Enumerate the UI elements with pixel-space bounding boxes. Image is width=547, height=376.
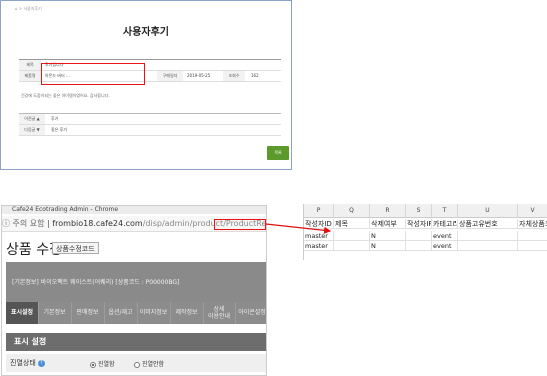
breadcrumb: ⌂ > 사용자후기: [15, 6, 42, 12]
product-code-button[interactable]: 상품수정코드: [52, 242, 99, 254]
tab-icons[interactable]: 아이콘설정: [236, 302, 266, 324]
sheet-cell[interactable]: [458, 231, 518, 241]
col-header-R[interactable]: R: [370, 204, 406, 218]
prev-title[interactable]: 후기: [51, 114, 58, 124]
sheet-header-cell[interactable]: 상품고유번호: [458, 219, 518, 229]
tab-sales[interactable]: 판매정보: [71, 302, 105, 324]
sheet-cell[interactable]: master: [304, 231, 334, 241]
sheet-cell[interactable]: N: [370, 231, 406, 241]
review-body-text: 건강에 도움이되는 좋은 아이템이였어요. 감사합니다.: [21, 93, 110, 98]
sheet-header-cell[interactable]: 삭제여부: [370, 219, 406, 229]
col-header-P[interactable]: P: [304, 204, 334, 218]
tab-detail-guide[interactable]: 상세 이용안내: [203, 302, 236, 324]
subject-label: 제목: [19, 60, 41, 70]
spreadsheet-panel: P Q R S T U V 작성자ID 제목 삭제여부 작성자IP 카테고리 상…: [303, 204, 547, 260]
list-button[interactable]: 목록: [267, 146, 289, 160]
product-label: 제품명: [19, 71, 41, 81]
sheet-cell[interactable]: [458, 241, 518, 251]
tab-production[interactable]: 제작정보: [170, 302, 204, 324]
prev-next-table: 이전글 ▲ 후기 다음글 ▼ 좋은 후기: [19, 113, 281, 136]
display-status-text: 진열상태: [10, 359, 36, 367]
tab-images[interactable]: 이미지정보: [137, 302, 171, 324]
sheet-header-cell[interactable]: 제목: [334, 219, 370, 229]
sheet-cell[interactable]: event: [432, 231, 458, 241]
next-label: 다음글 ▼: [19, 125, 45, 135]
sheet-cell[interactable]: [406, 241, 432, 251]
product-info-text: [기본정보] 바이오팩트 웨이스트(어퀘리) [상품코드 : P00000BG]: [12, 279, 180, 286]
review-body: 건강에 도움이되는 좋은 아이템이였어요. 감사합니다.: [19, 93, 281, 113]
radio-display-on[interactable]: 진열함: [90, 359, 115, 368]
views-value: 162: [251, 73, 259, 78]
breadcrumb-current[interactable]: 사용자후기: [23, 6, 41, 11]
highlight-box-product: [41, 63, 145, 85]
radio-unchecked-icon: [134, 361, 140, 368]
purchase-date-label: 구매일자: [157, 71, 183, 81]
tab-basic[interactable]: 기본정보: [38, 302, 72, 324]
sheet-cell[interactable]: [518, 231, 547, 241]
prev-label: 이전글 ▲: [19, 114, 45, 124]
col-header-T[interactable]: T: [432, 204, 458, 218]
sheet-cell[interactable]: N: [370, 241, 406, 251]
sheet-cell[interactable]: [518, 241, 547, 251]
sheet-cell[interactable]: master: [304, 241, 334, 251]
radio-checked-icon: [90, 361, 96, 368]
sheet-header-cell[interactable]: 자체상품코드: [518, 219, 547, 229]
next-title[interactable]: 좋은 후기: [51, 125, 67, 135]
product-info-banner: [기본정보] 바이오팩트 웨이스트(어퀘리) [상품코드 : P00000BG]: [6, 262, 266, 304]
home-icon[interactable]: ⌂: [15, 6, 18, 11]
tab-options[interactable]: 옵션/재고: [104, 302, 138, 324]
sheet-header-cell[interactable]: 작성자IP: [406, 219, 432, 229]
highlight-box-url: [214, 219, 266, 230]
radio-on-label: 진열함: [98, 361, 115, 368]
sheet-cell[interactable]: event: [432, 241, 458, 251]
col-header-S[interactable]: S: [406, 204, 432, 218]
sheet-header-cell[interactable]: 작성자ID: [304, 219, 334, 229]
security-warning[interactable]: ⓘ 주의 요함: [2, 219, 45, 228]
page-title: 사용자후기: [123, 27, 169, 38]
tab-display[interactable]: 표시설정: [6, 302, 39, 324]
window-title-bar: Cafe24 Ecotrading Admin - Chrome: [2, 206, 266, 214]
product-tabs: 표시설정 기본정보 판매정보 옵션/재고 이미지정보 제작정보 상세 이용안내 …: [6, 302, 266, 324]
url-domain: frombio18.cafe24.com: [52, 219, 143, 228]
display-status-row: 진열상태? 진열함 진열안함: [6, 354, 266, 372]
review-page-panel: ⌂ > 사용자후기 사용자후기 제목 후기입니다 제품명 아몬드 버터 ... …: [0, 0, 292, 170]
display-status-label: 진열상태?: [10, 358, 45, 368]
col-header-V[interactable]: V: [518, 204, 547, 218]
col-header-Q[interactable]: Q: [334, 204, 370, 218]
sheet-header-cell[interactable]: 카테고리: [432, 219, 458, 229]
prev-row[interactable]: 이전글 ▲ 후기: [19, 114, 281, 125]
section-title: 표시 설정: [6, 333, 266, 351]
col-header-U[interactable]: U: [458, 204, 518, 218]
sheet-cell[interactable]: [334, 241, 370, 251]
views-label: 조회수: [223, 71, 245, 81]
sheet-cell[interactable]: [334, 231, 370, 241]
admin-window: Cafe24 Ecotrading Admin - Chrome ⓘ 주의 요함…: [1, 205, 267, 376]
sheet-cell[interactable]: [406, 231, 432, 241]
radio-display-off[interactable]: 진열안함: [134, 359, 164, 368]
radio-off-label: 진열안함: [142, 361, 165, 368]
purchase-date-value: 2019-05-25: [187, 73, 211, 78]
help-icon[interactable]: ?: [37, 359, 45, 367]
next-row[interactable]: 다음글 ▼ 좋은 후기: [19, 125, 281, 136]
